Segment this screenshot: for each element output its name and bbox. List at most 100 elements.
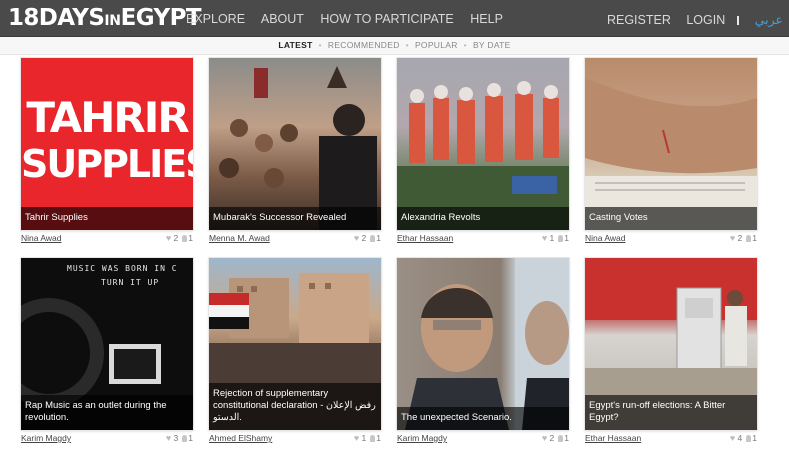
sort-tabs: LATEST • RECOMMENDED • POPULAR • BY DATE — [0, 37, 789, 55]
nav-explore[interactable]: EXPLORE — [186, 12, 245, 26]
nav-how-to-participate[interactable]: HOW TO PARTICIPATE — [320, 12, 453, 26]
crowd-photo-illustration — [219, 66, 377, 230]
person-icon — [558, 235, 564, 242]
author-link[interactable]: Ethar Hassaan — [397, 233, 453, 243]
story-meta: Ethar Hassaan ♥ 11 — [397, 233, 569, 245]
story-stats: ♥ 11 — [353, 433, 381, 443]
likes-count: 4 — [737, 433, 743, 443]
story-meta: Karim Magdy ♥ 31 — [21, 433, 193, 445]
author-link[interactable]: Menna M. Awad — [209, 233, 270, 243]
heart-icon: ♥ — [729, 433, 736, 443]
thumbnail-text-supplies: SUPPLIES — [21, 142, 193, 186]
story-meta: Karim Magdy ♥ 21 — [397, 433, 569, 445]
story-caption: Rap Music as an outlet during the revolu… — [21, 395, 193, 430]
story-thumbnail — [397, 258, 569, 430]
likes-count: 1 — [361, 433, 367, 443]
tab-popular[interactable]: POPULAR — [415, 40, 458, 50]
contributors-count: 1 — [564, 233, 569, 243]
tab-by-date[interactable]: BY DATE — [473, 40, 511, 50]
logo-main: 18DAYS — [8, 5, 105, 31]
heart-icon: ♥ — [541, 233, 548, 243]
tab-separator: • — [405, 40, 409, 50]
nav-about[interactable]: ABOUT — [261, 12, 304, 26]
register-link[interactable]: REGISTER — [607, 13, 671, 27]
likes-count: 2 — [173, 233, 179, 243]
contributors-count: 1 — [564, 433, 569, 443]
story-caption: Rejection of supplementary constitutiona… — [209, 383, 381, 430]
nav-help[interactable]: HELP — [470, 12, 503, 26]
logo-small: IN — [104, 13, 121, 29]
account-nav: REGISTER LOGIN عربي — [595, 12, 783, 27]
contributors-count: 1 — [752, 233, 757, 243]
heart-icon: ♥ — [353, 233, 360, 243]
login-link[interactable]: LOGIN — [686, 13, 725, 27]
story-card-rejection-declaration[interactable]: Rejection of supplementary constitutiona… — [209, 258, 381, 430]
thumbnail-text-turn-it-up: TURN IT UP — [101, 278, 160, 287]
story-thumbnail — [209, 58, 381, 230]
tab-recommended[interactable]: RECOMMENDED — [328, 40, 400, 50]
inked-finger-illustration — [585, 78, 757, 230]
story-card-alexandria-revolts[interactable]: Alexandria Revolts — [397, 58, 569, 230]
likes-count: 1 — [549, 233, 555, 243]
likes-count: 2 — [737, 233, 743, 243]
person-icon — [370, 435, 376, 442]
candidates-portrait-illustration — [405, 258, 569, 430]
likes-count: 3 — [173, 433, 179, 443]
story-thumbnail — [397, 58, 569, 230]
heart-icon: ♥ — [165, 433, 172, 443]
story-stats: ♥ 31 — [165, 433, 193, 443]
author-link[interactable]: Nina Awad — [21, 233, 61, 243]
thumbnail-text-tahrir: TAHRIR — [26, 93, 189, 142]
person-icon — [182, 435, 188, 442]
story-card-run-off-elections[interactable]: Egypt's run-off elections: A Bitter Egyp… — [585, 258, 757, 430]
author-link[interactable]: Nina Awad — [585, 233, 625, 243]
tab-latest[interactable]: LATEST — [278, 40, 312, 50]
story-caption: Egypt's run-off elections: A Bitter Egyp… — [585, 395, 757, 430]
story-meta: Menna M. Awad ♥ 21 — [209, 233, 381, 245]
language-switch-arabic[interactable]: عربي — [755, 12, 783, 27]
person-icon — [558, 435, 564, 442]
story-card-unexpected-scenario[interactable]: The unexpected Scenario. — [397, 258, 569, 430]
effigies-photo-illustration — [397, 81, 569, 230]
tab-separator: • — [318, 40, 322, 50]
contributors-count: 1 — [752, 433, 757, 443]
tab-separator: • — [463, 40, 467, 50]
story-stats: ♥ 21 — [541, 433, 569, 443]
nav-separator — [737, 16, 740, 25]
contributors-count: 1 — [376, 433, 381, 443]
contributors-count: 1 — [188, 433, 193, 443]
author-link[interactable]: Ahmed ElShamy — [209, 433, 272, 443]
person-icon — [182, 235, 188, 242]
story-thumbnail: TAHRIR SUPPLIES — [21, 58, 193, 230]
story-stats: ♥ 21 — [165, 233, 193, 243]
story-caption: Tahrir Supplies — [21, 207, 193, 230]
person-icon — [746, 235, 752, 242]
story-card-casting-votes[interactable]: Casting Votes — [585, 58, 757, 230]
site-logo[interactable]: 18DAYSINEGYPT — [8, 4, 202, 35]
story-card-rap-music[interactable]: MUSIC WAS BORN IN C TURN IT UP Rap Music… — [21, 258, 193, 430]
contributors-count: 1 — [188, 233, 193, 243]
contributors-count: 1 — [376, 233, 381, 243]
story-stats: ♥ 11 — [541, 233, 569, 243]
story-meta: Ethar Hassaan ♥ 41 — [585, 433, 757, 445]
heart-icon: ♥ — [165, 233, 172, 243]
story-meta: Ahmed ElShamy ♥ 11 — [209, 433, 381, 445]
story-stats: ♥ 21 — [729, 233, 757, 243]
thumbnail-text-music: MUSIC WAS BORN IN C — [67, 264, 178, 273]
story-stats: ♥ 21 — [353, 233, 381, 243]
heart-icon: ♥ — [541, 433, 548, 443]
author-link[interactable]: Ethar Hassaan — [585, 433, 641, 443]
heart-icon: ♥ — [353, 433, 360, 443]
story-meta: Nina Awad ♥ 21 — [585, 233, 757, 245]
story-card-tahrir-supplies[interactable]: TAHRIR SUPPLIES Tahrir Supplies — [21, 58, 193, 230]
story-stats: ♥ 41 — [729, 433, 757, 443]
story-card-mubarak-successor[interactable]: Mubarak's Successor Revealed — [209, 58, 381, 230]
likes-count: 2 — [361, 233, 367, 243]
story-thumbnail — [585, 58, 757, 230]
author-link[interactable]: Karim Magdy — [21, 433, 71, 443]
story-caption: The unexpected Scenario. — [397, 407, 569, 430]
author-link[interactable]: Karim Magdy — [397, 433, 447, 443]
story-caption: Mubarak's Successor Revealed — [209, 207, 381, 230]
person-icon — [370, 235, 376, 242]
main-nav: EXPLORE ABOUT HOW TO PARTICIPATE HELP — [186, 12, 516, 26]
